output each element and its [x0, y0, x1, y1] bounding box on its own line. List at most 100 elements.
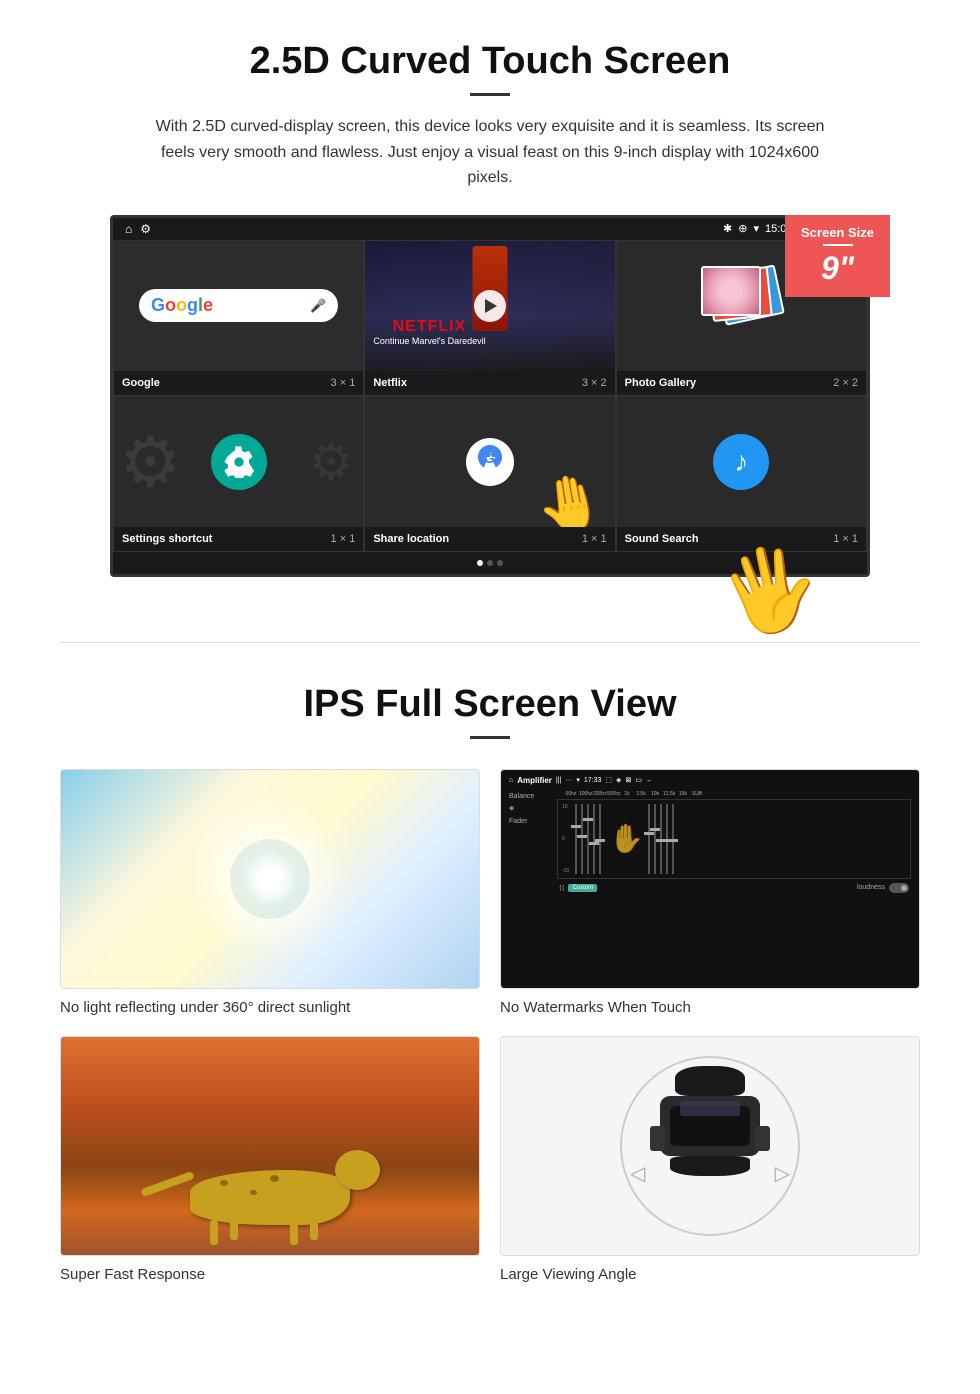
- photo-flower: [703, 268, 759, 314]
- page-dot-3[interactable]: [497, 560, 503, 566]
- app-cell-google[interactable]: Google 🎤 Google 3 × 1: [113, 240, 364, 396]
- google-search-bar[interactable]: Google 🎤: [139, 289, 338, 322]
- amp-custom-btn[interactable]: Custom: [568, 884, 597, 892]
- feature-cheetah: Super Fast Response: [60, 1036, 480, 1283]
- app-cell-share[interactable]: G 🤚 Share location 1 × 1: [364, 396, 615, 552]
- feature-car: ◁ ▷ Large Viewing Angle: [500, 1036, 920, 1283]
- google-mic-icon: 🎤: [310, 298, 326, 314]
- device-screen: ⌂ ⚙ ✱ ⊕ ▾ 15:06 ⬚ ◈ ⊠ ▭: [110, 215, 870, 577]
- photo-label: Photo Gallery: [625, 377, 697, 389]
- section-divider: [60, 642, 920, 643]
- google-maps-icon: G: [466, 438, 514, 486]
- amp-wifi: ▾: [576, 776, 580, 784]
- photo-label-row: Photo Gallery 2 × 2: [617, 371, 866, 395]
- amplifier-screen: ⌂ Amplifier ||| ··· ▾ 17:33 ⬚ ◈ ⊠ ▭ ←: [501, 770, 919, 988]
- gear-svg: [223, 446, 255, 478]
- settings-cell-inner: ⚙ ⚙: [114, 397, 363, 527]
- section1-title: 2.5D Curved Touch Screen: [60, 40, 920, 83]
- google-cell-inner: Google 🎤: [114, 241, 363, 371]
- feature-img-cheetah: [60, 1036, 480, 1256]
- eq-slider-10[interactable]: [672, 804, 674, 874]
- share-cell-inner: G 🤚: [365, 397, 614, 527]
- svg-text:G: G: [484, 450, 495, 466]
- settings-size: 1 × 1: [331, 533, 356, 545]
- amp-prev-icon: ⟨⟨: [559, 884, 564, 892]
- amp-dots: ···: [565, 777, 572, 784]
- amp-win: ▭: [635, 776, 642, 784]
- section2-title: IPS Full Screen View: [60, 683, 920, 726]
- g-letter: G: [475, 443, 505, 480]
- app-grid-row1: Google 🎤 Google 3 × 1: [113, 240, 867, 396]
- netflix-label: Netflix: [373, 377, 407, 389]
- page-dot-2[interactable]: [487, 560, 493, 566]
- eq-slider-2[interactable]: [581, 804, 583, 874]
- amp-cam: ⬚: [605, 776, 612, 784]
- sound-cell-inner: ♪: [617, 397, 866, 527]
- settings-label: Settings shortcut: [122, 533, 212, 545]
- badge-size: 9": [801, 250, 874, 287]
- settings-label-row: Settings shortcut 1 × 1: [114, 527, 363, 551]
- eq-slider-6[interactable]: [648, 804, 650, 874]
- app-cell-settings[interactable]: ⚙ ⚙ Settings shortcut 1 × 1: [113, 396, 364, 552]
- right-arrow-icon: ▷: [775, 1161, 790, 1186]
- sound-icon: ♪: [713, 434, 769, 490]
- eq-slider-3[interactable]: [587, 804, 589, 874]
- share-label-row: Share location 1 × 1: [365, 527, 614, 551]
- share-size: 1 × 1: [582, 533, 607, 545]
- screen-size-badge: Screen Size 9": [785, 215, 890, 297]
- google-label: Google: [122, 377, 160, 389]
- feature-grid: No light reflecting under 360° direct su…: [60, 769, 920, 1283]
- feature-label-cheetah: Super Fast Response: [60, 1266, 480, 1283]
- bluetooth-icon: ✱: [723, 222, 732, 235]
- music-note-icon: ♪: [734, 446, 748, 478]
- photo-stack: [701, 266, 781, 346]
- amp-x: ⊠: [625, 776, 631, 784]
- sound-size: 1 × 1: [833, 533, 858, 545]
- status-bar: ⌂ ⚙ ✱ ⊕ ▾ 15:06 ⬚ ◈ ⊠ ▭: [113, 218, 867, 240]
- app-cell-sound[interactable]: ♪ Sound Search 1 × 1: [616, 396, 867, 552]
- feature-label-sunlight: No light reflecting under 360° direct su…: [60, 999, 480, 1016]
- status-left: ⌂ ⚙: [125, 222, 151, 236]
- google-logo: Google: [151, 295, 213, 316]
- car-visual: ◁ ▷: [501, 1037, 919, 1255]
- feature-sunlight: No light reflecting under 360° direct su…: [60, 769, 480, 1016]
- cheetah-visual: [61, 1037, 479, 1255]
- touch-hand-eq: ✋: [609, 822, 644, 855]
- netflix-cell-inner: NETFLIX Continue Marvel's Daredevil: [365, 241, 614, 371]
- netflix-label-row: Netflix 3 × 2: [365, 371, 614, 395]
- feature-img-watermark: ⌂ Amplifier ||| ··· ▾ 17:33 ⬚ ◈ ⊠ ▭ ←: [500, 769, 920, 989]
- google-label-row: Google 3 × 1: [114, 371, 363, 395]
- left-arrow-icon: ◁: [630, 1161, 645, 1186]
- feature-watermark: ⌂ Amplifier ||| ··· ▾ 17:33 ⬚ ◈ ⊠ ▭ ←: [500, 769, 920, 1016]
- netflix-logo-overlay: NETFLIX Continue Marvel's Daredevil: [373, 318, 485, 346]
- netflix-logo-text: NETFLIX: [373, 318, 485, 336]
- share-label: Share location: [373, 533, 449, 545]
- sunlight-visual: [61, 770, 479, 988]
- badge-underline: [823, 244, 853, 246]
- section1-description: With 2.5D curved-display screen, this de…: [150, 114, 830, 191]
- amp-toggle[interactable]: [889, 883, 909, 893]
- home-icon: ⌂: [125, 222, 132, 236]
- section1-underline: [470, 93, 510, 96]
- netflix-size: 3 × 2: [582, 377, 607, 389]
- amp-header: ⌂ Amplifier ||| ··· ▾ 17:33 ⬚ ◈ ⊠ ▭ ←: [505, 774, 915, 787]
- amp-back: ←: [646, 777, 653, 784]
- feature-img-sunlight: [60, 769, 480, 989]
- eq-slider-5[interactable]: [599, 804, 601, 874]
- section-curved-screen: 2.5D Curved Touch Screen With 2.5D curve…: [0, 0, 980, 602]
- photo-size: 2 × 2: [833, 377, 858, 389]
- amp-vol: ◈: [616, 776, 621, 784]
- amp-loudness-label: loudness: [857, 884, 885, 891]
- car-circle: ◁ ▷: [620, 1056, 800, 1236]
- settings-icon: [211, 434, 267, 490]
- amp-time: 17:33: [584, 777, 602, 784]
- gps-icon: ⊕: [738, 222, 747, 235]
- app-cell-netflix[interactable]: NETFLIX Continue Marvel's Daredevil Netf…: [364, 240, 615, 396]
- device-mockup: Screen Size 9" ⌂ ⚙ ✱ ⊕ ▾ 15:06 ⬚ ◈ ⊠: [110, 215, 870, 577]
- section-ips: IPS Full Screen View No light reflecting…: [0, 683, 980, 1323]
- car-top-view: ◁ ▷: [630, 1066, 790, 1226]
- feature-label-watermark: No Watermarks When Touch: [500, 999, 920, 1016]
- amp-settings-icon: |||: [556, 777, 561, 784]
- eq-slider-1[interactable]: [575, 804, 577, 874]
- page-dot-1[interactable]: [477, 560, 483, 566]
